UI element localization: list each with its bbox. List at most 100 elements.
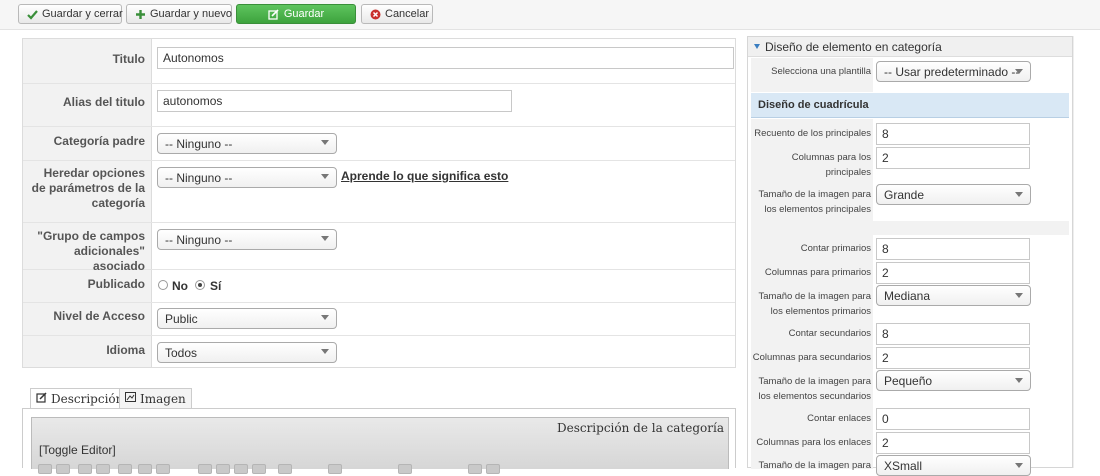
tab-description[interactable]: Descripción	[30, 388, 130, 409]
divider	[23, 160, 735, 161]
item-layout-panel: Diseño de elemento en categoría Seleccio…	[747, 36, 1073, 476]
extra-fields-label: "Grupo de campos adicionales" asociado	[37, 229, 145, 273]
description-panel: Descripción de la categoría [Toggle Edit…	[22, 408, 736, 474]
editor-tool-icon[interactable]	[78, 464, 92, 474]
published-no-label: No	[172, 279, 188, 293]
alias-input[interactable]: autonomos	[157, 90, 512, 112]
secondary-count-label: Contar secundarios	[788, 328, 871, 339]
cancel-icon	[370, 8, 381, 20]
divider	[23, 222, 735, 223]
extra-fields-select[interactable]: -- Ninguno --	[157, 229, 337, 250]
alias-label: Alias del titulo	[62, 95, 145, 109]
editor-tool-icon[interactable]	[486, 464, 500, 474]
published-yes-radio[interactable]	[195, 280, 205, 290]
divider	[23, 335, 735, 336]
editor-tool-icon[interactable]	[96, 464, 110, 474]
chevron-down-icon	[321, 349, 329, 354]
primary-columns-input[interactable]: 2	[876, 262, 1030, 284]
editor-title: Descripción de la categoría	[556, 421, 724, 435]
editor-tool-icon[interactable]	[328, 464, 342, 474]
save-label: Guardar	[283, 8, 325, 20]
links-count-input[interactable]: 0	[876, 408, 1030, 430]
chevron-down-icon	[321, 236, 329, 241]
inherit-label: Heredar opciones de parámetros de la cat…	[31, 166, 145, 210]
template-select[interactable]: -- Usar predeterminado --	[876, 61, 1031, 82]
published-yes-label: Sí	[210, 279, 222, 293]
primary-image-size-select[interactable]: Mediana	[876, 285, 1031, 306]
category-form: Titulo Autonomos Alias del titulo autono…	[22, 38, 736, 368]
links-columns-input[interactable]: 2	[876, 432, 1030, 454]
language-select[interactable]: Todos	[157, 342, 337, 363]
tab-image[interactable]: Imagen	[119, 388, 192, 408]
inherit-help-link[interactable]: Aprende lo que significa esto	[341, 169, 508, 183]
secondary-image-size-select[interactable]: Pequeño	[876, 370, 1031, 391]
plus-icon	[135, 8, 146, 20]
links-image-size-select[interactable]: XSmall	[876, 455, 1031, 476]
secondary-image-size-value: Pequeño	[884, 373, 933, 388]
editor-tool-icon[interactable]	[138, 464, 152, 474]
editor-tool-icon[interactable]	[398, 464, 412, 474]
leading-count-input[interactable]: 8	[876, 123, 1030, 145]
cancel-button[interactable]: Cancelar	[361, 4, 433, 24]
title-input[interactable]: Autonomos	[157, 47, 734, 69]
primary-count-input[interactable]: 8	[876, 238, 1030, 260]
page-scrollbar[interactable]	[1073, 36, 1100, 468]
links-columns-label: Columnas para los enlaces	[756, 437, 871, 448]
primary-image-size-value: Mediana	[884, 288, 931, 303]
leading-columns-input[interactable]: 2	[876, 147, 1030, 169]
secondary-columns-input[interactable]: 2	[876, 347, 1030, 369]
parent-category-select[interactable]: -- Ninguno --	[157, 133, 337, 154]
editor-tool-icon[interactable]	[252, 464, 266, 474]
links-count-label: Contar enlaces	[807, 413, 871, 424]
editor-tool-icon[interactable]	[56, 464, 70, 474]
parent-category-label: Categoría padre	[53, 134, 145, 148]
editor-tool-icon[interactable]	[198, 464, 212, 474]
divider	[23, 126, 735, 127]
inherit-select[interactable]: -- Ninguno --	[157, 167, 337, 188]
editor-tool-icon[interactable]	[118, 464, 132, 474]
tab-description-label: Descripción	[51, 392, 124, 406]
editor-tool-icon[interactable]	[278, 464, 292, 474]
toggle-editor-link[interactable]: [Toggle Editor]	[39, 443, 116, 457]
access-level-select[interactable]: Public	[157, 308, 337, 329]
published-no-radio[interactable]	[158, 280, 168, 290]
editor-tool-icon[interactable]	[216, 464, 230, 474]
divider	[23, 83, 735, 84]
access-level-label: Nivel de Acceso	[53, 309, 145, 323]
title-label: Titulo	[112, 52, 145, 66]
primary-count-label: Contar primarios	[800, 243, 871, 254]
language-value: Todos	[165, 345, 198, 360]
save-close-button[interactable]: Guardar y cerrar	[18, 4, 123, 24]
chevron-down-icon	[1015, 69, 1023, 74]
leading-image-size-select[interactable]: Grande	[876, 184, 1031, 205]
editor-tool-icon[interactable]	[156, 464, 170, 474]
save-new-label: Guardar y nuevo	[150, 8, 232, 20]
language-label: Idioma	[106, 343, 145, 357]
editor-toolbar	[38, 462, 728, 474]
editor-tool-icon[interactable]	[234, 464, 248, 474]
tab-image-label: Imagen	[140, 391, 186, 406]
editor-tool-icon[interactable]	[38, 464, 52, 474]
item-layout-header[interactable]: Diseño de elemento en categoría	[748, 37, 1072, 57]
leading-image-size-label: Tamaño de la imagen para los elementos p…	[758, 189, 872, 215]
primary-image-size-label: Tamaño de la imagen para los elementos p…	[758, 291, 872, 317]
extra-fields-value: -- Ninguno --	[165, 232, 233, 247]
inherit-value: -- Ninguno --	[165, 170, 233, 185]
secondary-count-input[interactable]: 8	[876, 323, 1030, 345]
spacer-row	[751, 221, 1069, 235]
chevron-down-icon	[1015, 463, 1023, 468]
description-editor[interactable]: Descripción de la categoría [Toggle Edit…	[31, 417, 729, 474]
edit-icon	[36, 392, 47, 406]
leading-count-label: Recuento de los principales	[754, 128, 871, 139]
primary-columns-label: Columnas para primarios	[764, 267, 871, 278]
chevron-down-icon	[321, 174, 329, 179]
save-close-label: Guardar y cerrar	[42, 8, 123, 20]
grid-layout-header: Diseño de cuadrícula	[751, 93, 1069, 118]
editor-tool-icon[interactable]	[468, 464, 482, 474]
save-button[interactable]: Guardar	[236, 4, 356, 24]
cancel-label: Cancelar	[385, 8, 430, 20]
save-new-button[interactable]: Guardar y nuevo	[126, 4, 232, 24]
leading-columns-label: Columnas para los principales	[791, 152, 871, 178]
collapse-triangle-icon	[754, 44, 760, 49]
image-icon	[125, 392, 136, 405]
